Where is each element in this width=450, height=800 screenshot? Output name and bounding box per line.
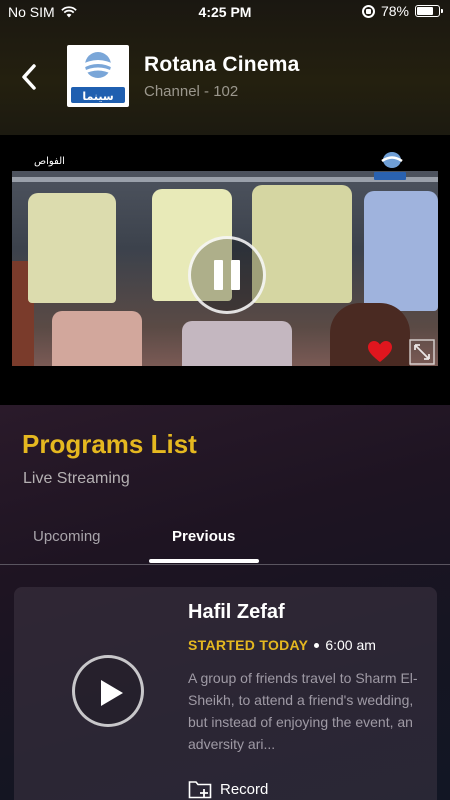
video-scene-garment — [182, 321, 292, 366]
programs-title: Programs List — [22, 429, 197, 459]
pause-icon-bar — [214, 260, 223, 290]
video-scene-garment — [252, 185, 352, 303]
program-time: 6:00 am — [325, 637, 376, 653]
video-scene-garment — [28, 193, 116, 303]
program-title: Hafil Zefaf — [188, 601, 285, 623]
record-button[interactable]: Record — [188, 779, 268, 799]
expand-icon — [409, 339, 435, 365]
video-scene-garment — [364, 191, 438, 311]
favorite-button[interactable] — [367, 340, 393, 364]
program-description: A group of friends travel to Sharm El-Sh… — [188, 670, 418, 752]
fullscreen-button[interactable] — [409, 339, 435, 365]
pause-icon-bar — [231, 260, 240, 290]
channel-title: Rotana Cinema — [144, 53, 300, 76]
program-meta: STARTED TODAY 6:00 am — [188, 637, 376, 653]
video-scene-garment — [52, 311, 142, 366]
play-icon — [101, 680, 123, 706]
tab-previous[interactable]: Previous — [172, 528, 235, 545]
channel-logo: سينما — [67, 45, 129, 107]
channel-watermark-icon — [372, 148, 408, 184]
status-bar: No SIM 4:25 PM 78% — [0, 0, 450, 24]
program-status: STARTED TODAY — [188, 637, 309, 653]
program-play-button[interactable] — [72, 655, 144, 727]
battery-percent: 78% — [380, 3, 409, 19]
rotation-lock-icon — [361, 4, 375, 18]
battery-fill — [417, 7, 433, 15]
back-button[interactable] — [14, 60, 44, 94]
heart-icon — [368, 341, 392, 362]
video-overlay-tag: الفواص — [34, 156, 65, 167]
chevron-left-icon — [22, 64, 36, 90]
folder-plus-icon — [188, 781, 212, 799]
channel-number: Channel - 102 — [144, 83, 239, 100]
programs-subtitle: Live Streaming — [23, 470, 130, 487]
logo-text: سينما — [82, 91, 114, 103]
separator-dot — [314, 642, 320, 648]
record-label: Record — [220, 780, 269, 798]
battery-icon — [415, 5, 443, 17]
status-right-group: 78% — [361, 3, 443, 19]
tab-divider — [0, 564, 450, 565]
tab-upcoming[interactable]: Upcoming — [33, 528, 101, 545]
active-tab-indicator — [149, 559, 259, 563]
pause-button[interactable] — [188, 236, 266, 314]
